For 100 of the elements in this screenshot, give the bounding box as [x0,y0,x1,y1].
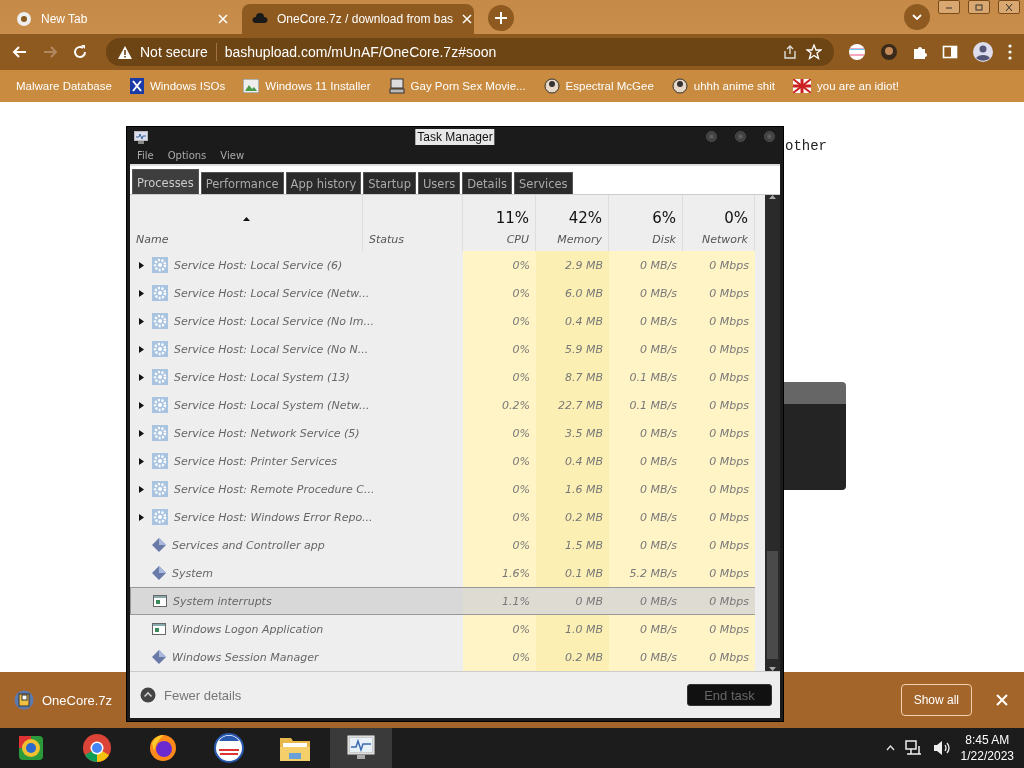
menu-item[interactable]: View [220,149,245,161]
table-cell: 0.2 MB [536,643,609,671]
menu-item[interactable]: File [137,149,154,161]
bookmark[interactable]: Windows 11 Installer [243,79,371,93]
table-cell: 0 MB/s [609,251,683,279]
bookmark[interactable]: Malware Database [16,80,112,92]
scrollbar[interactable] [765,195,780,671]
gear-icon [152,425,168,441]
striped-circle-icon[interactable] [848,43,866,61]
usage-summary: 0% [724,209,748,227]
download-item[interactable]: OneCore.7z [14,690,113,710]
table-cell: 0% [463,615,536,643]
chrome-logo-icon [82,733,112,763]
table-cell: 1.5 MB [536,531,609,559]
bookmark[interactable]: you are an idiot! [793,79,899,93]
process-name[interactable]: System interrupts [130,587,463,615]
table-cell: 0% [463,531,536,559]
browser-tab[interactable]: New Tab [6,4,238,34]
taskbar-app[interactable] [330,728,392,768]
column-header[interactable]: Network [702,233,748,246]
table-cell: 0.1 MB/s [609,363,683,391]
striped-circle-icon [214,733,244,763]
tab[interactable]: Processes [132,169,199,194]
scrollbar-thumb[interactable] [767,551,778,659]
maximize-button[interactable] [735,131,746,143]
avatar-icon[interactable] [880,43,898,61]
menu-item[interactable]: Options [167,149,207,161]
menu-icon[interactable] [1008,44,1012,60]
table-cell: 0 MB [536,587,609,615]
table-cell: 0 Mbps [683,279,755,307]
expand-arrow-icon[interactable] [138,429,144,437]
tab-search-button[interactable] [904,4,930,30]
bookmark[interactable]: Espectral McGee [543,78,654,94]
close-button[interactable] [998,0,1020,14]
expand-arrow-icon[interactable] [138,289,144,297]
browser-tab[interactable]: OneCore.7z / download from bas [242,4,474,34]
bookmark[interactable]: Gay Porn Sex Movie... [388,78,526,94]
fewer-details-toggle[interactable]: Fewer details [140,687,242,703]
column-header[interactable]: Memory [557,233,602,246]
gear-icon [152,397,168,413]
window-title: Task Manager [415,128,495,145]
expand-arrow-icon[interactable] [138,401,144,409]
address-bar[interactable]: Not secure bashupload.com/mUnAF/OneCore.7z#soon [106,38,834,66]
tab[interactable]: Details [462,172,513,194]
table-cell: 1.6% [463,559,536,587]
x-tile-icon [129,78,144,94]
table-cell: 0 Mbps [683,531,755,559]
share-icon[interactable] [782,44,798,60]
chevron-up-icon[interactable] [885,745,895,751]
expand-arrow-icon[interactable] [138,317,144,325]
bookmark[interactable]: uhhh anime shit [671,78,775,94]
expand-arrow-icon[interactable] [138,373,144,381]
table-cell: 0 MB/s [609,503,683,531]
close-icon[interactable] [462,14,473,24]
restore-button[interactable] [968,0,990,14]
speaker-icon[interactable] [932,740,951,756]
fox-logo-icon [148,733,178,763]
column-header[interactable]: Name [136,233,169,246]
tab[interactable]: Services [514,172,573,194]
minimize-button[interactable] [938,0,960,14]
tab[interactable]: App history [285,172,362,194]
table-cell: 0.4 MB [536,307,609,335]
tab[interactable]: Startup [363,172,416,194]
back-button[interactable] [12,44,28,60]
table-cell: 0 Mbps [683,447,755,475]
bookmark[interactable]: Windows ISOs [129,78,226,94]
table-cell: 0% [463,503,536,531]
table-cell: 0 MB/s [609,335,683,363]
table-cell: 0% [463,279,536,307]
show-all-button[interactable]: Show all [900,684,972,716]
column-header[interactable]: CPU [506,233,529,246]
close-button[interactable] [764,131,775,143]
computer-icon [388,78,405,94]
expand-arrow-icon[interactable] [138,485,144,493]
table-cell: 22.7 MB [536,391,609,419]
close-icon[interactable] [218,14,228,24]
column-header[interactable]: Status [369,233,405,246]
star-icon[interactable] [806,44,822,60]
table-cell: 0 MB/s [609,587,683,615]
table-cell: 0% [463,643,536,671]
table-cell: 6.0 MB [536,279,609,307]
table-cell: 0 MB/s [609,615,683,643]
expand-arrow-icon[interactable] [138,345,144,353]
end-task-button[interactable]: End task [687,684,772,706]
reload-button[interactable] [72,44,88,60]
new-tab-button[interactable] [488,5,514,31]
sort-arrow-icon[interactable] [242,217,250,221]
puzzle-icon[interactable] [912,44,928,60]
column-header[interactable]: Disk [652,233,676,246]
gear-icon [152,369,168,385]
side-panel-icon[interactable] [942,44,958,60]
network-icon[interactable] [904,740,923,756]
tab[interactable]: Performance [200,172,284,194]
profile-icon[interactable] [972,41,994,63]
expand-arrow-icon[interactable] [138,261,144,269]
tab[interactable]: Users [417,172,461,194]
table-cell: 0 Mbps [683,419,755,447]
expand-arrow-icon[interactable] [138,457,144,465]
minimize-button[interactable] [706,131,717,143]
expand-arrow-icon[interactable] [138,513,144,521]
